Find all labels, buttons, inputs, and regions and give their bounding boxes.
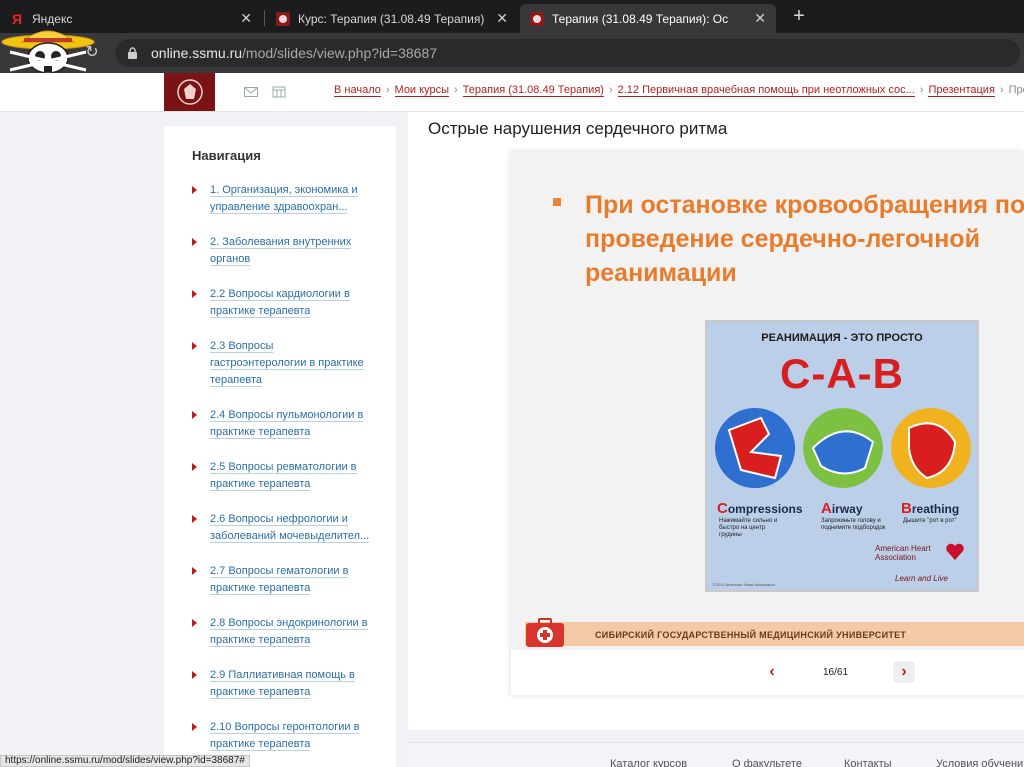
mail-icon[interactable] — [244, 86, 258, 98]
nav-item[interactable]: 2.2 Вопросы кардиологии в практике терап… — [192, 286, 372, 320]
slide: При остановке кровообращения по проведен… — [511, 152, 1024, 650]
airway-head-icon — [803, 408, 883, 488]
bullet-arrow-icon — [192, 723, 197, 731]
close-icon[interactable]: ✕ — [496, 10, 508, 27]
sidebar-title: Навигация — [192, 148, 261, 163]
slide-navigation: ‹ 16/61 › — [511, 650, 1024, 695]
ssmu-favicon-icon — [276, 11, 290, 26]
slide-counter: 16/61 — [823, 667, 849, 678]
nav-item[interactable]: 2.3 Вопросы гастроэнтерологии в практике… — [192, 338, 372, 389]
bullet-arrow-icon — [192, 342, 197, 350]
bullet-arrow-icon — [192, 238, 197, 246]
bullet-arrow-icon — [192, 290, 197, 298]
poster-big-text: C-A-B — [780, 350, 904, 397]
page-title: Острые нарушения сердечного ритма — [428, 119, 728, 138]
breadcrumb: В начало › Мои курсы › Терапия (31.08.49 Т… — [334, 84, 1024, 97]
poster-desc-c: Нажимайте сильно и быстро на центр груди… — [719, 518, 778, 538]
bullet-arrow-icon — [192, 463, 197, 471]
tab-active-slides[interactable]: Терапия (31.08.49 Терапия): Ос ✕ — [520, 4, 776, 33]
next-slide-button[interactable]: › — [893, 661, 915, 683]
aha-tagline: Learn and Live — [895, 574, 948, 583]
crest-icon — [176, 79, 203, 105]
footer-link-contacts[interactable]: Контакты — [844, 758, 892, 767]
breadcrumb-link[interactable]: 2.12 Первичная врачебная помощь при неот… — [617, 84, 915, 97]
breadcrumb-link[interactable]: В начало — [334, 84, 381, 97]
pirate-skull-icon — [1, 30, 95, 74]
poster-label-breathing: Breathing — [901, 500, 960, 517]
nav-item[interactable]: 2.5 Вопросы ревматологии в практике тера… — [192, 459, 372, 493]
nav-item[interactable]: 2.8 Вопросы эндокринологии в практике те… — [192, 615, 372, 649]
tab-title: Яндекс — [32, 11, 73, 26]
main-content: Острые нарушения сердечного ритма При ос… — [408, 112, 1024, 730]
tab-title: Курс: Терапия (31.08.49 Терапия) — [298, 11, 485, 26]
heart-torch-icon — [946, 543, 964, 560]
slide-text: При остановке кровообращения по проведен… — [585, 188, 1024, 290]
poster-desc-b: Дышите "рот в рот" — [903, 518, 957, 524]
bullet-arrow-icon — [192, 515, 197, 523]
site-footer: Каталог курсов О факультете Контакты Усл… — [406, 742, 1024, 767]
nav-item[interactable]: 2. Заболевания внутренних органов — [192, 234, 372, 268]
university-logo[interactable] — [164, 73, 215, 111]
poster-heading: РЕАНИМАЦИЯ - ЭТО ПРОСТО — [761, 332, 923, 344]
breadcrumb-link[interactable]: Мои курсы — [394, 84, 449, 97]
slide-line: При остановке кровообращения по — [585, 191, 1024, 219]
breadcrumb-link[interactable]: Терапия (31.08.49 Терапия) — [462, 84, 604, 97]
slide-line: реанимации — [585, 259, 737, 287]
close-icon[interactable]: ✕ — [754, 10, 766, 27]
bullet-arrow-icon — [192, 671, 197, 679]
poster-copyright: ©2010 American Heart Association — [713, 582, 775, 587]
url-host: online.ssmu.ru — [151, 45, 243, 61]
footer-link-terms[interactable]: Условия обучени — [936, 758, 1023, 767]
lock-icon — [127, 46, 141, 60]
slide-footer-text: СИБИРСКИЙ ГОСУДАРСТВЕННЫЙ МЕДИЦИНСКИЙ УН… — [595, 630, 907, 640]
prev-slide-button[interactable]: ‹ — [763, 663, 781, 681]
nav-list: 1. Организация, экономика и управление з… — [192, 182, 372, 767]
yandex-icon: Я — [11, 10, 23, 27]
nav-item[interactable]: 2.7 Вопросы гематологии в практике терап… — [192, 563, 372, 597]
bullet-arrow-icon — [192, 619, 197, 627]
tab-course[interactable]: Курс: Терапия (31.08.49 Терапия) ✕ — [266, 4, 518, 33]
new-tab-button[interactable]: + — [788, 4, 810, 30]
navigation-block: Навигация 1. Организация, экономика и уп… — [164, 126, 396, 767]
bullet-arrow-icon — [192, 186, 197, 194]
slide-line: проведение сердечно-легочной — [585, 225, 980, 253]
breadcrumb-current: Презе — [1008, 84, 1024, 96]
nav-item[interactable]: 2.6 Вопросы нефрологии и заболеваний моч… — [192, 511, 372, 545]
bullet-arrow-icon — [192, 567, 197, 575]
calendar-icon[interactable] — [272, 86, 286, 98]
poster-label-compressions: Compressions — [717, 500, 803, 517]
footer-link-catalog[interactable]: Каталог курсов — [610, 758, 687, 767]
tab-title: Терапия (31.08.49 Терапия): Ос — [552, 11, 729, 26]
cab-poster: РЕАНИМАЦИЯ - ЭТО ПРОСТО C-A-B Compressio… — [705, 320, 979, 592]
address-bar: ↻ online.ssmu.ru/mod/slides/view.php?id=… — [0, 33, 1024, 73]
url-path: /mod/slides/view.php?id=38687 — [242, 45, 438, 61]
poster-desc-a: Запрокиньте голову и поднимите подбородо… — [821, 518, 886, 531]
bullet-arrow-icon — [192, 411, 197, 419]
nav-item[interactable]: 2.4 Вопросы пульмонологии в практике тер… — [192, 407, 372, 441]
ssmu-favicon-icon — [530, 11, 544, 26]
slide-viewer: При остановке кровообращения по проведен… — [511, 152, 1024, 695]
site-header: В начало › Мои курсы › Терапия (31.08.49 Т… — [0, 73, 1024, 112]
slide-bullet — [553, 198, 561, 206]
close-icon[interactable]: ✕ — [240, 10, 252, 27]
poster-label-airway: Airway — [821, 500, 863, 517]
status-bar-url: https://online.ssmu.ru/mod/slides/view.p… — [0, 755, 250, 767]
first-aid-kit-icon — [526, 618, 564, 647]
browser-tab-bar: Я Яндекс ✕ Курс: Терапия (31.08.49 Терап… — [0, 0, 1024, 33]
breadcrumb-link[interactable]: Презентация — [928, 84, 995, 97]
breathing-face-icon — [891, 408, 971, 488]
compressions-hand-icon — [715, 408, 795, 488]
url-field[interactable]: online.ssmu.ru/mod/slides/view.php?id=38… — [115, 39, 1020, 67]
nav-item[interactable]: 2.9 Паллиативная помощь в практике терап… — [192, 667, 372, 701]
nav-item[interactable]: 2.10 Вопросы геронтологии в практике тер… — [192, 719, 372, 753]
nav-item[interactable]: 1. Организация, экономика и управление з… — [192, 182, 372, 216]
footer-link-about[interactable]: О факультете — [732, 758, 802, 767]
